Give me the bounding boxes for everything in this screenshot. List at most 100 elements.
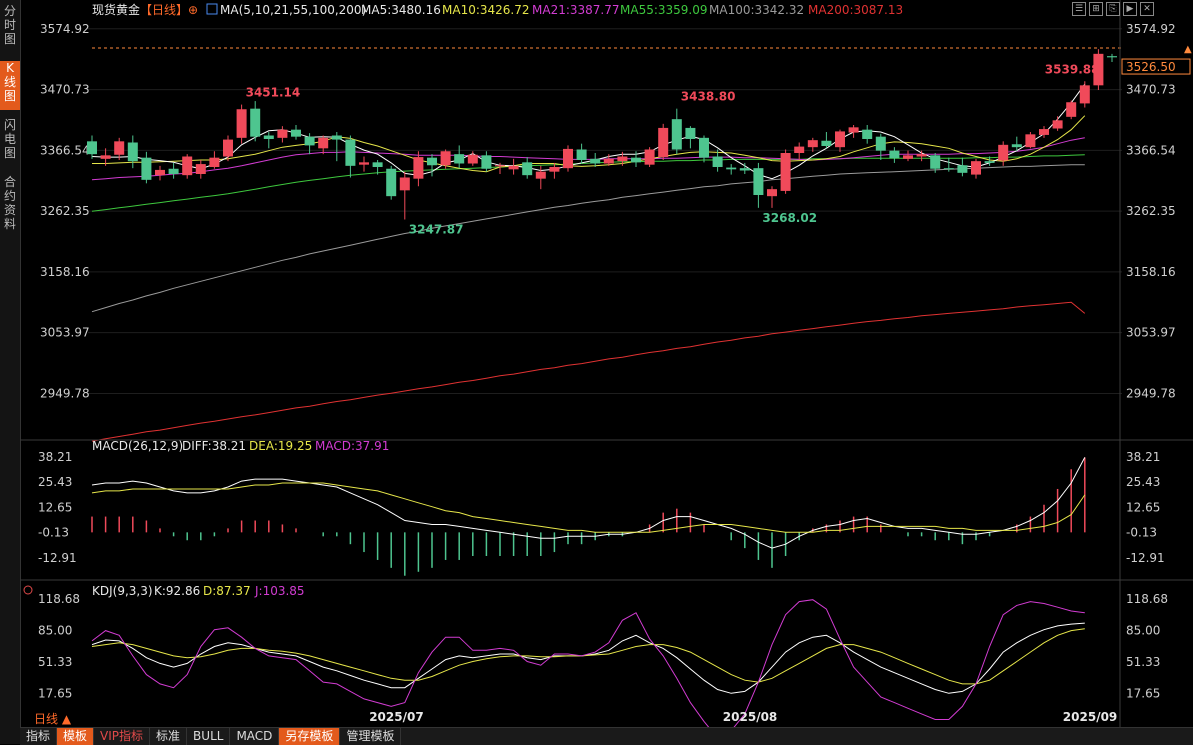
kdj-header-params: KDJ(9,3,3)	[92, 584, 153, 598]
candle-body-46	[712, 156, 723, 167]
toolbar-tab-2[interactable]: 模板	[57, 728, 95, 745]
kdj-y-tick-right-1: 85.00	[1126, 624, 1160, 638]
kdj-y-tick-left-2: 51.33	[38, 655, 72, 669]
macd-header-params: MACD(26,12,9)	[92, 439, 183, 453]
ma-chart-icon	[206, 3, 218, 15]
candle-body-17	[318, 137, 329, 149]
candle-body-36	[576, 149, 587, 160]
toolbar-tab-1[interactable]: 指标	[20, 728, 58, 745]
toolbar-tab-3[interactable]: VIP指标	[94, 728, 151, 745]
candle-body-1	[100, 155, 111, 159]
header-plus: ⊕	[188, 3, 198, 17]
x-tick-2: 2025/09	[1063, 710, 1117, 724]
header-ma5: MA5:3480.16	[361, 3, 441, 17]
candle-body-47	[726, 167, 737, 170]
toolbar-tab-7[interactable]: 另存模板	[279, 728, 341, 745]
candle-body-24	[413, 157, 424, 179]
y-tick-right-6: 2949.78	[1126, 386, 1176, 400]
close-icon[interactable]: ✕	[1140, 2, 1154, 16]
candle-body-51	[780, 153, 791, 191]
candle-body-35	[563, 148, 573, 169]
candle-body-37	[590, 158, 601, 164]
y-tick-left-0: 3574.92	[40, 22, 90, 36]
kdj-header-d: D:87.37	[203, 584, 251, 598]
candle-body-42	[658, 127, 669, 158]
candle-body-23	[399, 177, 410, 191]
candle-body-11	[236, 109, 247, 138]
candle-body-28	[467, 154, 478, 164]
candle-body-39	[617, 156, 628, 162]
toolbar-tab-8[interactable]: 管理模板	[340, 728, 402, 745]
y-tick-left-3: 3262.35	[40, 204, 90, 218]
y-tick-left-6: 2949.78	[40, 386, 90, 400]
candle-body-58	[875, 136, 886, 151]
candle-body-59	[889, 150, 900, 159]
macd-y-tick-right-0: 38.21	[1126, 450, 1160, 464]
export-icon[interactable]: ⎘	[1106, 2, 1120, 16]
macd-y-tick-left-2: 12.65	[38, 500, 72, 514]
price-annotation-4: 3539.88	[1045, 62, 1100, 76]
toolbar-tab-4[interactable]: 标准	[150, 728, 188, 745]
kdj-y-tick-left-3: 17.65	[38, 687, 72, 701]
header-ma-params: MA(5,10,21,55,100,200)	[220, 3, 366, 17]
candle-body-10	[223, 139, 233, 157]
candle-body-15	[291, 129, 301, 137]
macd-y-tick-right-4: -12.91	[1126, 551, 1165, 565]
y-tick-left-4: 3158.16	[40, 265, 90, 279]
candle-body-25	[427, 157, 437, 166]
candle-body-70	[1039, 129, 1049, 135]
window-controls: ☰ ⊞ ⎘ ▶ ✕	[1072, 2, 1154, 16]
y-tick-right-3: 3262.35	[1126, 204, 1176, 218]
macd-header-dea: DEA:19.25	[249, 439, 312, 453]
y-tick-right-1: 3470.73	[1126, 83, 1176, 97]
y-tick-left-5: 3053.97	[40, 326, 90, 340]
toolbar-tab-5[interactable]: BULL	[187, 728, 231, 745]
y-tick-right-4: 3158.16	[1126, 265, 1176, 279]
header-symbol: 现货黄金	[92, 2, 140, 17]
candle-body-9	[209, 157, 220, 167]
macd-y-tick-left-3: -0.13	[38, 526, 69, 540]
candle-body-43	[671, 119, 682, 150]
candle-body-12	[250, 108, 261, 137]
macd-y-tick-right-2: 12.65	[1126, 500, 1160, 514]
y-tick-right-5: 3053.97	[1126, 326, 1176, 340]
candle-body-38	[603, 158, 614, 164]
macd-header-diff: DIFF:38.21	[182, 439, 246, 453]
chart-canvas[interactable]: 3574.92 3574.92 3470.73 3470.73 3366.54 3366.…	[0, 0, 1193, 727]
next-icon[interactable]: ▶	[1123, 2, 1137, 16]
candle-body-66	[984, 161, 995, 163]
candle-body-21	[372, 162, 383, 167]
header-ma10: MA10:3426.72	[442, 3, 530, 17]
candle-body-68	[1011, 144, 1022, 148]
candle-body-53	[807, 140, 818, 148]
toolbar-tab-6[interactable]: MACD	[230, 728, 280, 745]
kdj-header-j: J:103.85	[254, 584, 305, 598]
candle-body-2	[114, 141, 125, 155]
candle-body-62	[930, 155, 941, 169]
candle-body-57	[862, 129, 873, 139]
candle-body-49	[753, 168, 764, 195]
header-ma200: MA200:3087.13	[808, 3, 903, 17]
candle-body-50	[767, 189, 777, 197]
header-ma100: MA100:3342.32	[709, 3, 804, 17]
candle-body-22	[386, 168, 397, 197]
price-annotation-0: 3451.14	[246, 86, 301, 100]
candle-body-3	[127, 142, 138, 162]
price-annotation-2: 3438.80	[681, 90, 736, 104]
candle-body-69	[1025, 134, 1036, 148]
list-icon[interactable]: ☰	[1072, 2, 1086, 16]
toolbar-tab-0[interactable]: 日线 ▲	[28, 711, 77, 728]
settings-icon[interactable]: ⊞	[1089, 2, 1103, 16]
kdj-line-J	[91, 599, 1085, 727]
candle-body-0	[87, 141, 97, 155]
candle-body-48	[739, 168, 750, 171]
candle-body-67	[998, 144, 1009, 161]
candle-body-4	[141, 157, 152, 180]
candle-body-71	[1052, 120, 1063, 129]
candle-body-41	[644, 149, 655, 165]
macd-y-tick-right-3: -0.13	[1126, 526, 1157, 540]
candle-body-19	[345, 139, 356, 166]
ma-line-MA200	[91, 301, 1086, 442]
kdj-y-tick-right-3: 17.65	[1126, 687, 1160, 701]
kdj-y-tick-right-2: 51.33	[1126, 655, 1160, 669]
